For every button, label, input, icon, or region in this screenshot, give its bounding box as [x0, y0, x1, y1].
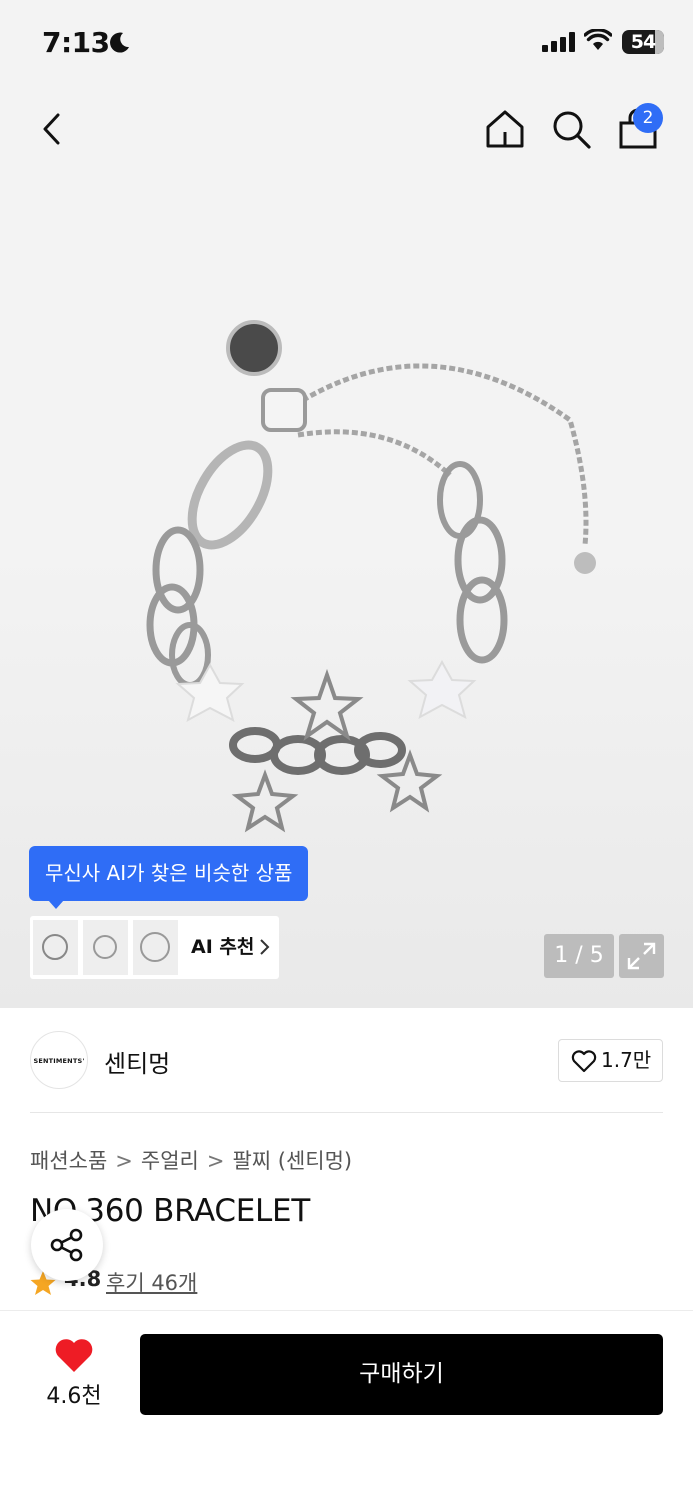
expand-image-button[interactable] — [619, 934, 664, 978]
share-button[interactable] — [31, 1209, 103, 1281]
ai-recommend-label: AI 추천 — [191, 936, 255, 958]
breadcrumb-item[interactable]: 주얼리 — [141, 1149, 199, 1173]
breadcrumb: 패션소품 > 주얼리 > 팔찌 (센티멍) — [30, 1145, 352, 1175]
brand-logo[interactable]: SENTIMENTS' — [30, 1031, 88, 1089]
chevron-right-icon: > — [115, 1149, 133, 1173]
reco-thumbnail[interactable] — [133, 920, 178, 975]
wifi-icon — [584, 29, 612, 50]
ai-tooltip: 무신사 AI가 찾은 비슷한 상품 — [29, 846, 309, 901]
moon-icon — [110, 32, 129, 53]
heart-outline-icon — [571, 1050, 597, 1073]
breadcrumb-item[interactable]: 팔찌 (센티멍) — [232, 1149, 352, 1173]
brand-like-button[interactable]: 1.7만 — [558, 1039, 663, 1082]
chevron-right-icon — [260, 939, 270, 955]
home-icon[interactable] — [484, 108, 526, 150]
reco-thumbnail[interactable] — [83, 920, 128, 975]
share-icon — [50, 1228, 83, 1262]
search-icon[interactable] — [550, 108, 592, 150]
back-icon[interactable] — [36, 108, 72, 150]
breadcrumb-item[interactable]: 패션소품 — [30, 1149, 107, 1173]
expand-icon — [627, 942, 656, 970]
heart-icon[interactable] — [54, 1338, 94, 1374]
product-image[interactable] — [130, 300, 610, 860]
brand-name[interactable]: 센티멍 — [104, 1044, 170, 1079]
chevron-right-icon: > — [206, 1149, 225, 1173]
ai-recommendation-button[interactable]: AI 추천 — [30, 916, 279, 979]
buy-button[interactable]: 구매하기 — [140, 1334, 663, 1415]
divider — [30, 1112, 663, 1113]
review-count-link[interactable]: 후기 46개 — [106, 1267, 197, 1297]
signal-icon — [542, 32, 575, 52]
battery-indicator: 54 — [622, 30, 664, 54]
product-like-count: 4.6천 — [46, 1384, 102, 1409]
image-page-counter: 1 / 5 — [544, 934, 614, 978]
status-time: 7:13 — [42, 26, 110, 59]
cart-count-badge[interactable]: 2 — [633, 103, 663, 133]
battery-level: 54 — [630, 31, 656, 53]
reco-thumbnail[interactable] — [33, 920, 78, 975]
ai-tooltip-arrow — [48, 900, 64, 909]
brand-like-count: 1.7만 — [601, 1048, 652, 1072]
